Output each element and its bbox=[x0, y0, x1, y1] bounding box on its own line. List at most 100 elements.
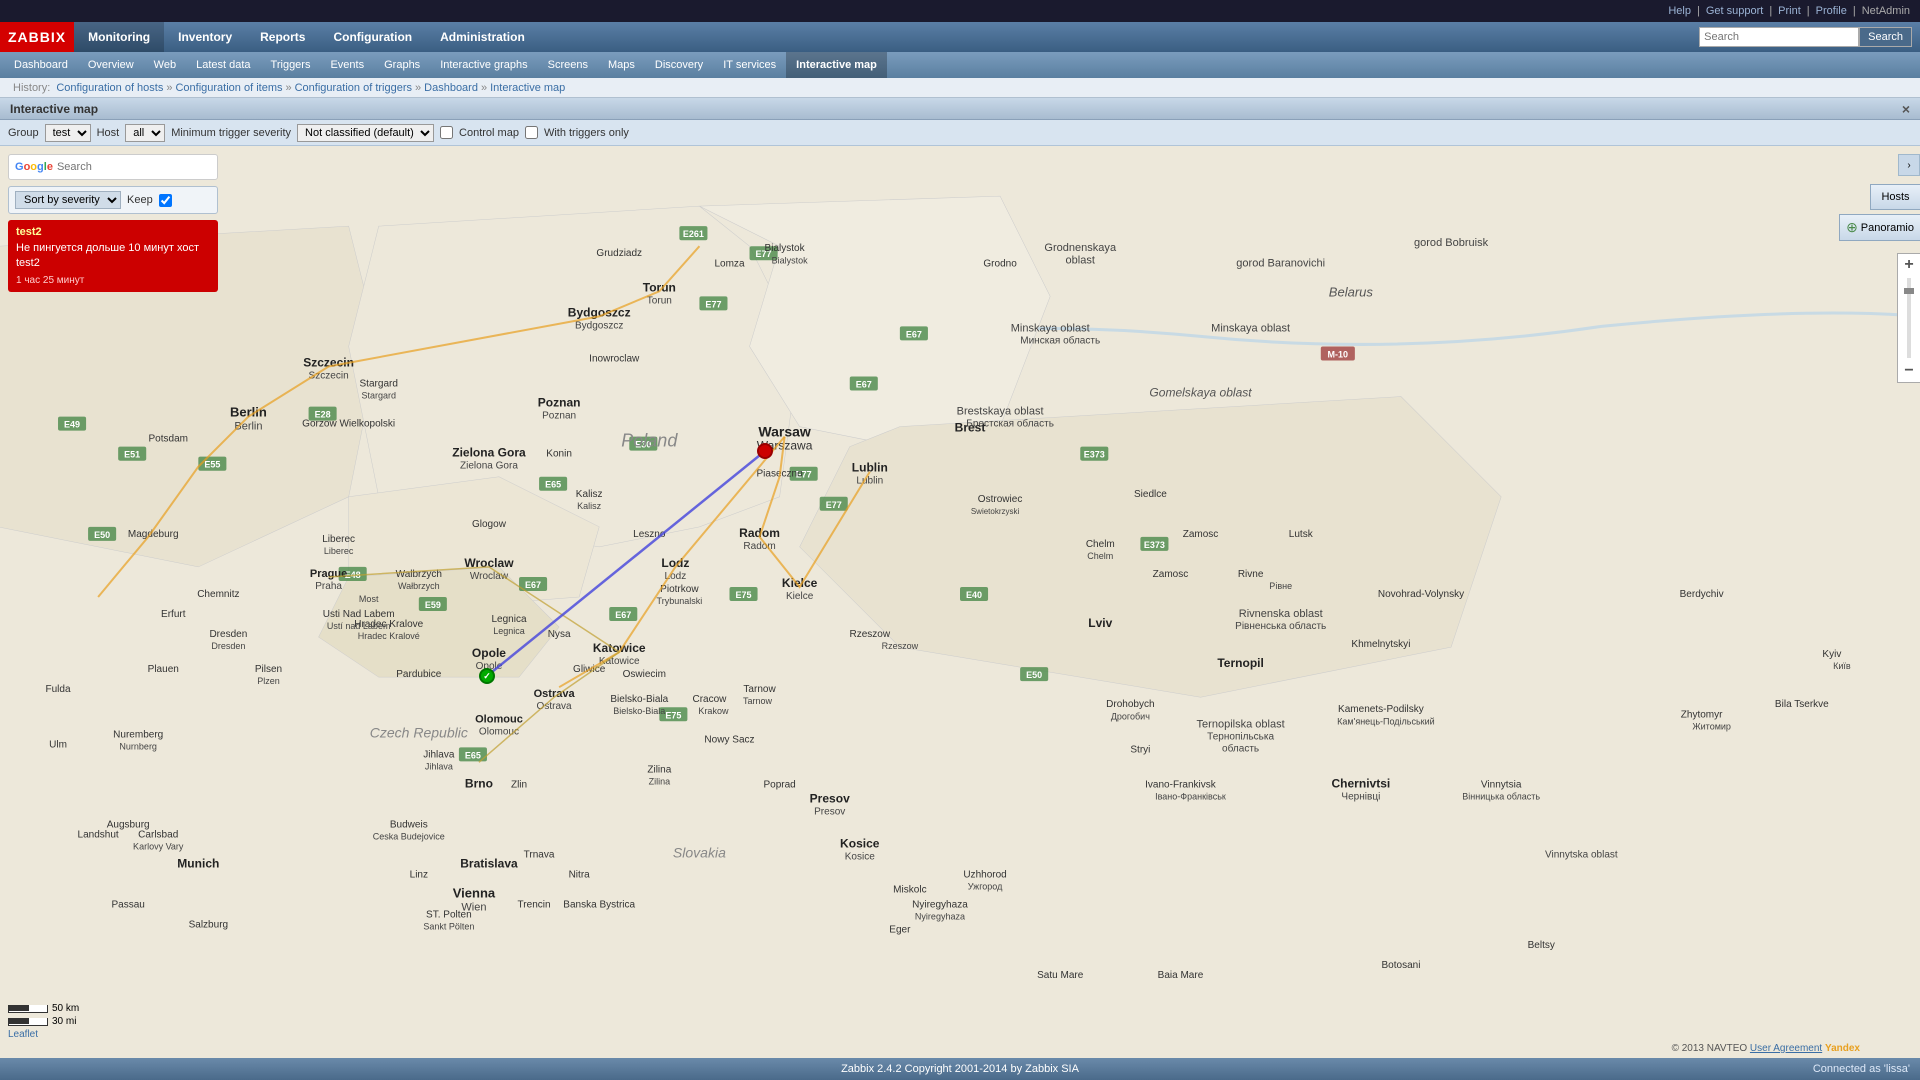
zoom-out-button[interactable]: − bbox=[1898, 360, 1920, 382]
svg-text:Stryi: Stryi bbox=[1130, 744, 1150, 755]
svg-text:Rzeszow: Rzeszow bbox=[882, 641, 919, 651]
svg-text:Брестская область: Брестская область bbox=[966, 418, 1054, 430]
plus-icon: ⊕ bbox=[1846, 219, 1858, 236]
breadcrumb-config-triggers[interactable]: Configuration of triggers bbox=[295, 82, 412, 94]
nav-inventory[interactable]: Inventory bbox=[164, 22, 246, 52]
svg-text:M-10: M-10 bbox=[1328, 349, 1349, 359]
breadcrumb-dashboard[interactable]: Dashboard bbox=[424, 82, 478, 94]
sub-nav-screens[interactable]: Screens bbox=[538, 52, 598, 78]
svg-text:Kalisz: Kalisz bbox=[577, 501, 602, 511]
sub-nav-web[interactable]: Web bbox=[144, 52, 186, 78]
svg-text:E75: E75 bbox=[665, 710, 681, 720]
sub-nav-it-services[interactable]: IT services bbox=[713, 52, 786, 78]
svg-text:Usti Nad Labem: Usti Nad Labem bbox=[323, 609, 395, 620]
print-link[interactable]: Print bbox=[1778, 5, 1801, 17]
map-marker-red[interactable] bbox=[757, 443, 773, 459]
svg-text:Chemnitz: Chemnitz bbox=[197, 589, 239, 600]
svg-text:Івано-Франківськ: Івано-Франківськ bbox=[1155, 791, 1226, 801]
svg-text:Botosani: Botosani bbox=[1381, 960, 1420, 971]
search-input[interactable] bbox=[1699, 27, 1859, 47]
svg-text:Tarnow: Tarnow bbox=[743, 684, 776, 695]
svg-text:Uzhhorod: Uzhhorod bbox=[963, 870, 1006, 881]
svg-text:E67: E67 bbox=[525, 580, 541, 590]
svg-text:Linz: Linz bbox=[410, 870, 428, 881]
svg-text:Poprad: Poprad bbox=[763, 779, 795, 790]
page-header: Interactive map × bbox=[0, 98, 1920, 120]
svg-text:Nowy Sacz: Nowy Sacz bbox=[704, 734, 754, 745]
control-map-checkbox[interactable] bbox=[440, 126, 453, 139]
left-panel: Google Sort by severity Keep test2 Не пи… bbox=[8, 154, 218, 292]
sub-nav-dashboard[interactable]: Dashboard bbox=[4, 52, 78, 78]
breadcrumb-config-items[interactable]: Configuration of items bbox=[175, 82, 282, 94]
leaflet-link[interactable]: Leaflet bbox=[8, 1029, 38, 1040]
zoom-bar[interactable] bbox=[1907, 278, 1911, 358]
sub-nav-triggers[interactable]: Triggers bbox=[261, 52, 321, 78]
zoom-in-button[interactable]: + bbox=[1898, 254, 1920, 276]
sort-dropdown[interactable]: Sort by severity bbox=[15, 191, 121, 209]
svg-text:Pardubice: Pardubice bbox=[396, 669, 442, 680]
main-content: E49 E50 E51 E55 E28 E48 E59 E65 E67 E65 … bbox=[0, 146, 1920, 1058]
severity-select[interactable]: Not classified (default) bbox=[297, 124, 434, 142]
breadcrumb-config-hosts[interactable]: Configuration of hosts bbox=[56, 82, 163, 94]
user-agreement-link[interactable]: User Agreement bbox=[1750, 1043, 1822, 1054]
svg-text:Passau: Passau bbox=[111, 900, 144, 911]
svg-text:Sankt Pölten: Sankt Pölten bbox=[423, 922, 474, 932]
sub-nav-latest-data[interactable]: Latest data bbox=[186, 52, 260, 78]
severity-label: Minimum trigger severity bbox=[171, 127, 291, 139]
svg-text:Stargard: Stargard bbox=[361, 391, 396, 401]
svg-text:Ostrava: Ostrava bbox=[537, 701, 572, 712]
svg-text:E75: E75 bbox=[736, 590, 752, 600]
svg-text:Kosice: Kosice bbox=[840, 837, 880, 851]
svg-text:E65: E65 bbox=[465, 750, 481, 760]
nav-monitoring[interactable]: Monitoring bbox=[74, 22, 164, 52]
google-search-input[interactable] bbox=[57, 161, 211, 173]
svg-text:E65: E65 bbox=[545, 480, 561, 490]
sub-nav-discovery[interactable]: Discovery bbox=[645, 52, 713, 78]
close-icon[interactable]: × bbox=[1902, 101, 1910, 117]
svg-text:Ostrowiec: Ostrowiec bbox=[978, 494, 1023, 505]
svg-text:Legnica: Legnica bbox=[493, 626, 525, 636]
panoramio-button[interactable]: ⊕ Panoramio bbox=[1839, 214, 1920, 241]
svg-text:Rivne: Rivne bbox=[1238, 569, 1264, 580]
svg-text:Bielsko-Biala: Bielsko-Biala bbox=[610, 694, 668, 705]
nav-administration[interactable]: Administration bbox=[426, 22, 539, 52]
map-marker-green[interactable] bbox=[479, 668, 495, 684]
sub-nav-events[interactable]: Events bbox=[320, 52, 374, 78]
svg-text:Fulda: Fulda bbox=[45, 684, 70, 695]
svg-text:Grodnenskaya: Grodnenskaya bbox=[1044, 242, 1117, 254]
svg-text:Rzeszow: Rzeszow bbox=[849, 629, 890, 640]
svg-text:Salzburg: Salzburg bbox=[189, 920, 229, 931]
profile-link[interactable]: Profile bbox=[1816, 5, 1847, 17]
host-select[interactable]: all bbox=[125, 124, 165, 142]
nav-reports[interactable]: Reports bbox=[246, 22, 319, 52]
collapse-button[interactable]: › bbox=[1898, 154, 1920, 176]
sub-nav-overview[interactable]: Overview bbox=[78, 52, 144, 78]
with-triggers-checkbox[interactable] bbox=[525, 126, 538, 139]
svg-text:Wałbrzych: Wałbrzych bbox=[398, 581, 440, 591]
group-select[interactable]: test bbox=[45, 124, 91, 142]
svg-text:Prague: Prague bbox=[310, 568, 347, 580]
keep-checkbox[interactable] bbox=[159, 194, 172, 207]
get-support-link[interactable]: Get support bbox=[1706, 5, 1763, 17]
sub-nav-interactive-graphs[interactable]: Interactive graphs bbox=[430, 52, 537, 78]
search-box: Search bbox=[1699, 22, 1920, 52]
svg-text:Ужгород: Ужгород bbox=[968, 882, 1003, 892]
svg-text:E77: E77 bbox=[705, 299, 721, 309]
sub-nav-interactive-map[interactable]: Interactive map bbox=[786, 52, 887, 78]
svg-text:Belarus: Belarus bbox=[1329, 284, 1374, 299]
svg-text:Nurnberg: Nurnberg bbox=[119, 741, 157, 751]
nav-configuration[interactable]: Configuration bbox=[319, 22, 426, 52]
sub-nav-graphs[interactable]: Graphs bbox=[374, 52, 430, 78]
svg-text:Leszno: Leszno bbox=[633, 529, 666, 540]
help-link[interactable]: Help bbox=[1668, 5, 1691, 17]
svg-text:Liberec: Liberec bbox=[322, 534, 355, 545]
svg-text:Munich: Munich bbox=[177, 857, 219, 871]
hosts-button[interactable]: Hosts bbox=[1870, 184, 1920, 210]
zoom-handle[interactable] bbox=[1904, 288, 1914, 294]
group-label: Group bbox=[8, 127, 39, 139]
svg-text:E51: E51 bbox=[124, 450, 140, 460]
breadcrumb-interactive-map[interactable]: Interactive map bbox=[490, 82, 565, 94]
search-button[interactable]: Search bbox=[1859, 27, 1912, 47]
sub-nav-maps[interactable]: Maps bbox=[598, 52, 645, 78]
alert-box[interactable]: test2 Не пингуется дольше 10 минут хост … bbox=[8, 220, 218, 292]
